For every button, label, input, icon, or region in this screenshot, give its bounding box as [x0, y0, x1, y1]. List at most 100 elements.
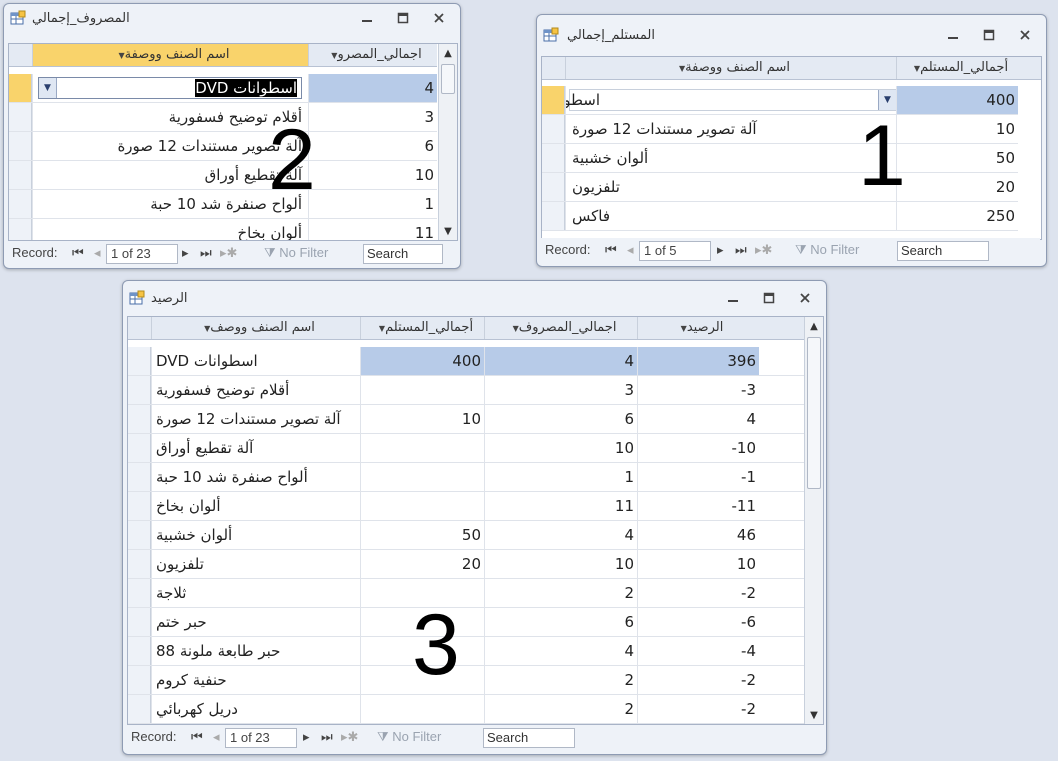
name-cell[interactable]: اسطوانات DVD — [151, 347, 360, 375]
row-selector[interactable] — [542, 115, 565, 143]
scroll-down-icon[interactable]: ▼ — [439, 222, 457, 240]
spent-cell[interactable]: 1 — [308, 190, 437, 218]
name-cell[interactable]: آلة تصوير مستندات 12 صورة — [32, 132, 308, 160]
titlebar[interactable]: المصروف_إجمالي — [4, 4, 460, 34]
row-selector[interactable] — [128, 666, 151, 694]
row-selector[interactable] — [542, 86, 565, 114]
name-combo[interactable]: ▼ اسطوانات DVD — [38, 77, 302, 99]
column-header-received[interactable]: أجمالي_المستلم▼ — [360, 317, 485, 339]
new-record-icon[interactable]: ▸✱ — [220, 244, 237, 262]
row-selector[interactable] — [128, 347, 151, 375]
search-input[interactable]: Search — [363, 244, 443, 264]
table-row[interactable]: ألوان بخاخ 11 -11 — [128, 492, 804, 521]
row-selector[interactable] — [128, 434, 151, 462]
search-input[interactable]: Search — [897, 241, 989, 261]
balance-cell[interactable]: -2 — [637, 579, 759, 607]
column-header-spent[interactable]: اجمالي_المصرو▼ — [308, 44, 438, 66]
row-selector[interactable] — [128, 550, 151, 578]
column-header-balance[interactable]: الرصيد▼ — [637, 317, 760, 339]
restore-icon[interactable] — [392, 9, 414, 27]
received-cell[interactable]: 400 — [896, 86, 1018, 114]
received-cell[interactable]: 20 — [896, 173, 1018, 201]
row-selector[interactable] — [128, 579, 151, 607]
close-icon[interactable] — [794, 289, 816, 307]
balance-cell[interactable]: 396 — [637, 347, 759, 375]
table-row[interactable]: ألواح صنفرة شد 10 حبة 1 -1 — [128, 463, 804, 492]
titlebar[interactable]: المستلم_إجمالي — [537, 15, 1046, 45]
row-selector[interactable] — [128, 376, 151, 404]
select-all-corner[interactable] — [542, 57, 565, 79]
table-row[interactable]: دريل كهربائي 2 -2 — [128, 695, 804, 724]
table-row[interactable]: آلة تقطيع أوراق 10 -10 — [128, 434, 804, 463]
column-header-name[interactable]: اسم الصنف ووصف▼ — [151, 317, 361, 339]
name-cell[interactable]: فاكس — [565, 202, 896, 230]
row-selector[interactable] — [128, 492, 151, 520]
table-row[interactable]: تلفزيون 20 10 10 — [128, 550, 804, 579]
balance-cell[interactable]: -3 — [637, 376, 759, 404]
spent-cell[interactable]: 6 — [308, 132, 437, 160]
table-row[interactable]: حنفية كروم 2 -2 — [128, 666, 804, 695]
titlebar[interactable]: الرصيد — [123, 281, 826, 311]
minimize-icon[interactable] — [722, 289, 744, 307]
name-cell[interactable]: حبر طابعة ملونة 88 — [151, 637, 360, 665]
scroll-thumb[interactable] — [807, 337, 821, 489]
table-row[interactable]: ألوان خشبية 50 4 46 — [128, 521, 804, 550]
column-header-received[interactable]: أجمالي_المستلم▼ — [896, 57, 1019, 79]
next-record-icon[interactable]: ▸ — [182, 244, 189, 262]
close-icon[interactable] — [428, 9, 450, 27]
name-cell[interactable]: ألوان بخاخ — [32, 219, 308, 240]
table-row[interactable]: ألواح صنفرة شد 10 حبة 1 — [9, 190, 437, 219]
row-selector[interactable] — [542, 202, 565, 230]
no-filter-button[interactable]: ⧩ No Filter — [264, 244, 328, 262]
last-record-icon[interactable]: ⏭ — [200, 244, 212, 262]
table-row[interactable]: ▼ اسطوانات DVD 400 — [542, 86, 1018, 115]
no-filter-button[interactable]: ⧩ No Filter — [795, 241, 859, 259]
last-record-icon[interactable]: ⏭ — [735, 241, 747, 259]
spent-cell[interactable]: 4 — [308, 74, 437, 102]
balance-cell[interactable]: 10 — [637, 550, 759, 578]
name-cell[interactable]: حنفية كروم — [151, 666, 360, 694]
close-icon[interactable] — [1014, 26, 1036, 44]
name-cell[interactable]: ▼ اسطوانات DVD — [32, 74, 308, 102]
spent-cell[interactable]: 11 — [484, 492, 637, 520]
received-cell[interactable] — [360, 376, 484, 404]
spent-cell[interactable]: 3 — [308, 103, 437, 131]
table-row[interactable]: تلفزيون 20 — [542, 173, 1018, 202]
row-selector[interactable] — [128, 608, 151, 636]
restore-icon[interactable] — [758, 289, 780, 307]
name-cell[interactable]: حبر ختم — [151, 608, 360, 636]
record-position-input[interactable]: 1 of 23 — [225, 728, 297, 748]
new-record-icon[interactable]: ▸✱ — [755, 241, 772, 259]
row-selector[interactable] — [9, 132, 32, 160]
balance-cell[interactable]: -2 — [637, 666, 759, 694]
name-cell[interactable]: ألوان خشبية — [565, 144, 896, 172]
vertical-scrollbar[interactable]: ▲ ▼ — [438, 44, 457, 240]
last-record-icon[interactable]: ⏭ — [321, 728, 333, 746]
balance-cell[interactable]: -10 — [637, 434, 759, 462]
received-cell[interactable]: 20 — [360, 550, 484, 578]
received-cell[interactable]: 50 — [360, 521, 484, 549]
select-all-corner[interactable] — [9, 44, 32, 66]
row-selector[interactable] — [128, 695, 151, 723]
column-header-name[interactable]: اسم الصنف ووصفة▼ — [565, 57, 897, 79]
spent-cell[interactable]: 11 — [308, 219, 437, 240]
table-row[interactable]: حبر طابعة ملونة 88 4 -4 — [128, 637, 804, 666]
received-cell[interactable]: 10 — [896, 115, 1018, 143]
table-row[interactable]: أقلام توضيح فسفورية 3 — [9, 103, 437, 132]
row-selector[interactable] — [9, 219, 32, 240]
chevron-down-icon[interactable]: ▼ — [878, 90, 896, 110]
table-row[interactable]: فاكس 250 — [542, 202, 1018, 231]
table-row[interactable]: ألوان بخاخ 11 — [9, 219, 437, 240]
spent-cell[interactable]: 10 — [484, 550, 637, 578]
name-cell[interactable]: آلة تصوير مستندات 12 صورة — [565, 115, 896, 143]
name-combo[interactable]: ▼ اسطوانات DVD — [566, 89, 896, 111]
received-cell[interactable] — [360, 434, 484, 462]
spent-cell[interactable]: 4 — [484, 521, 637, 549]
table-row[interactable]: أقلام توضيح فسفورية 3 -3 — [128, 376, 804, 405]
row-selector[interactable] — [542, 173, 565, 201]
vertical-scrollbar[interactable]: ▲ ▼ — [804, 317, 823, 724]
table-row[interactable]: ▼ اسطوانات DVD 4 — [9, 74, 437, 103]
no-filter-button[interactable]: ⧩ No Filter — [377, 728, 441, 746]
prev-record-icon[interactable]: ◂ — [627, 241, 634, 259]
name-cell[interactable]: ألوان بخاخ — [151, 492, 360, 520]
